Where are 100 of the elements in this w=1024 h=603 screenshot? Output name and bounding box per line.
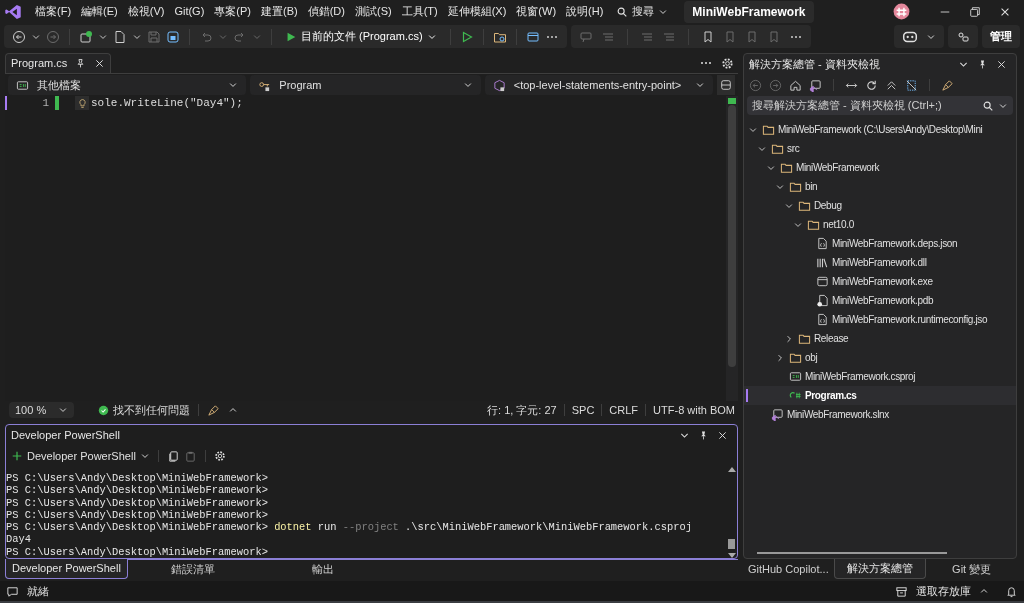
copilot-button[interactable] — [894, 25, 944, 48]
tree-item[interactable]: Release — [744, 329, 1016, 348]
menu-item[interactable]: 測試(S) — [349, 3, 397, 20]
document-tab[interactable]: Program.cs — [5, 53, 112, 73]
tree-item[interactable]: MiniWebFramework.deps.json — [744, 234, 1016, 253]
collapse-all-icon[interactable] — [885, 78, 898, 92]
zoom-dropdown[interactable]: 100 % — [9, 402, 75, 418]
chevron-right-icon[interactable] — [775, 352, 785, 363]
whitespace-indicator[interactable]: SPC — [568, 401, 598, 419]
terminal-line: PS C:\Users\Andy\Desktop\MiniWebFramework> — [6, 496, 269, 509]
menu-item[interactable]: 工具(T) — [396, 3, 443, 20]
new-item-icon[interactable] — [79, 29, 93, 44]
vertical-scrollbar[interactable] — [726, 96, 738, 401]
menu-item[interactable]: 編輯(E) — [76, 3, 123, 20]
search-menu[interactable]: 搜尋 — [608, 3, 677, 20]
csharp-project-icon — [16, 78, 29, 92]
copy-icon[interactable] — [166, 449, 180, 463]
search-icon — [616, 5, 629, 18]
line-number: 1 — [41, 95, 50, 111]
chevron-right-icon[interactable] — [784, 333, 794, 344]
issues-indicator[interactable]: 找不到任何問題 — [98, 401, 191, 419]
manage-button[interactable]: 管理 — [982, 25, 1020, 48]
terminal-line: PS C:\Users\Andy\Desktop\MiniWebFramework> — [6, 484, 269, 497]
home-icon[interactable] — [789, 78, 802, 92]
window-title: MiniWebFramework — [684, 0, 814, 23]
new-terminal-dropdown[interactable]: Developer PowerShell — [11, 447, 150, 465]
refresh-icon[interactable] — [865, 78, 878, 92]
chat-icon[interactable] — [6, 584, 19, 598]
search-field[interactable]: 搜尋解決方案總管 - 資料夾檢視 (Ctrl+;) — [747, 96, 1013, 115]
chevron-up-icon — [979, 586, 989, 596]
tree-item[interactable]: MiniWebFramework.dll — [744, 253, 1016, 272]
menu-item[interactable]: 視窗(W) — [511, 3, 562, 20]
library-icon — [816, 256, 829, 269]
project-dropdown[interactable]: 其他檔案 — [8, 75, 247, 95]
avatar-icon[interactable] — [893, 3, 910, 20]
tree-item[interactable]: bin — [744, 177, 1016, 196]
tree-item[interactable]: src — [744, 139, 1016, 158]
json-file-icon — [816, 237, 829, 250]
line-ending-indicator[interactable]: CRLF — [606, 401, 642, 419]
chevron-up-icon[interactable] — [228, 405, 239, 415]
switch-view-icon[interactable] — [809, 78, 822, 92]
tree-item[interactable]: MiniWebFramework.exe — [744, 272, 1016, 291]
tree-item[interactable]: MiniWebFramework.csproj — [744, 367, 1016, 386]
folder-icon — [807, 218, 820, 231]
tree-item[interactable]: MiniWebFramework — [744, 158, 1016, 177]
lightbulb-button[interactable] — [75, 96, 89, 110]
restore-icon[interactable] — [969, 5, 981, 18]
menu-item[interactable]: 偵錯(D) — [302, 3, 350, 20]
save-all-icon[interactable] — [166, 29, 180, 44]
back-icon[interactable] — [12, 29, 26, 44]
lightbulb-icon — [76, 97, 88, 109]
type-dropdown[interactable]: Program — [250, 75, 481, 95]
terminal-line: PS C:\Users\Andy\Desktop\MiniWebFramework> — [6, 508, 269, 522]
play-icon — [285, 30, 297, 43]
tree-item[interactable]: Program.cs — [744, 386, 1016, 405]
cursor-position[interactable]: 行: 1, 字元: 27 — [484, 401, 560, 419]
settings-icon[interactable] — [721, 57, 734, 70]
chevron-down-icon — [462, 80, 473, 90]
tree-item[interactable]: MiniWebFramework.pdb — [744, 291, 1016, 310]
menu-item[interactable]: 檢視(V) — [122, 3, 170, 20]
tree-item[interactable]: MiniWebFramework (C:\Users\Andy\Desktop\Mini — [744, 120, 1016, 139]
panel-tab[interactable]: 輸出 — [257, 559, 388, 579]
menu-item[interactable]: 延伸模組(X) — [442, 3, 512, 20]
close-icon[interactable] — [996, 58, 1007, 70]
folder-icon — [771, 142, 784, 155]
settings-icon[interactable] — [213, 450, 226, 462]
bell-icon[interactable] — [1005, 584, 1018, 598]
panel-tab[interactable]: 解決方案總管 — [833, 559, 927, 579]
folder-icon — [789, 351, 802, 364]
panel-tab[interactable]: Developer PowerShell — [5, 559, 128, 579]
tree-item[interactable]: obj — [744, 348, 1016, 367]
menu-item[interactable]: Git(G) — [169, 3, 210, 20]
split-button[interactable] — [717, 75, 735, 95]
tree-item[interactable]: MiniWebFramework.slnx — [744, 405, 1016, 424]
tree-item[interactable]: Debug — [744, 196, 1016, 215]
menu-item[interactable]: 說明(H) — [561, 3, 609, 20]
close-icon[interactable] — [717, 429, 728, 441]
live-share-button[interactable] — [948, 25, 978, 48]
chevron-down-icon — [695, 80, 706, 90]
close-icon — [94, 58, 106, 69]
menu-item[interactable]: 專案(P) — [209, 3, 256, 20]
horizontal-scrollbar[interactable] — [757, 552, 947, 554]
panel-tab[interactable]: 錯誤清單 — [127, 559, 258, 579]
terminal-scrollbar[interactable] — [726, 467, 737, 558]
show-all-files-icon[interactable] — [905, 78, 918, 92]
member-dropdown[interactable]: <top-level-statements-entry-point> — [484, 75, 714, 95]
terminal-line: Day4 — [6, 533, 32, 546]
terminal-line: PS C:\Users\Andy\Desktop\MiniWebFramework> — [6, 471, 269, 485]
encoding-indicator[interactable]: UTF-8 with BOM — [650, 401, 738, 419]
menu-item[interactable]: 檔案(F) — [30, 3, 77, 20]
panel-title: 解決方案總管 - 資料夾檢視 — [749, 56, 880, 72]
plus-icon — [11, 450, 23, 462]
tree-item[interactable]: net10.0 — [744, 215, 1016, 234]
menu-item[interactable]: 建置(B) — [256, 3, 303, 20]
file-icon[interactable] — [113, 29, 127, 44]
chevron-down-icon — [58, 405, 69, 415]
repository-button[interactable]: 選取存放庫 — [895, 582, 989, 600]
tree-item[interactable]: MiniWebFramework.runtimeconfig.jso — [744, 310, 1016, 329]
json-file-icon — [816, 313, 829, 326]
window-icon[interactable] — [525, 29, 540, 44]
